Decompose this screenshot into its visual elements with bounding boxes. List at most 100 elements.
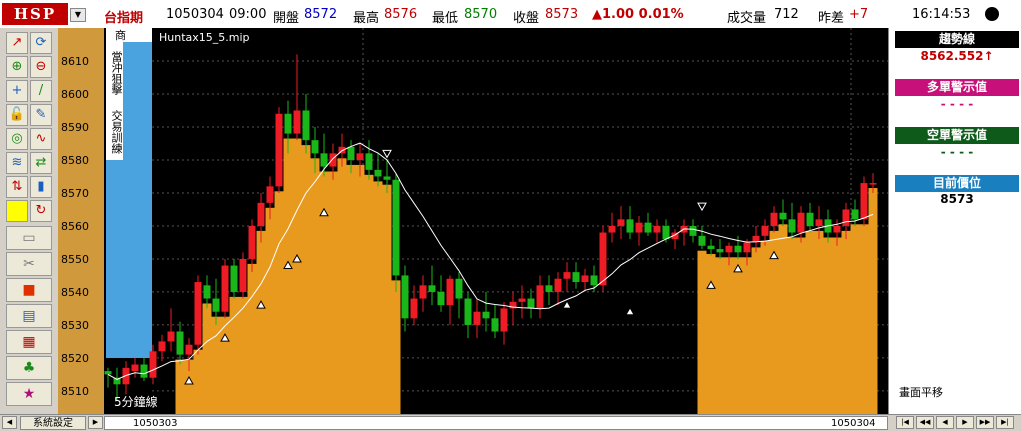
candle-body <box>347 146 355 160</box>
draw-line-icon[interactable]: ↗ <box>6 32 28 54</box>
band-bar <box>814 230 824 414</box>
clock: 16:14:53 <box>912 7 971 22</box>
band-bar <box>337 158 347 414</box>
candle-body <box>185 344 193 355</box>
unlock-icon[interactable]: 🔓 <box>6 104 28 126</box>
candle-body <box>662 225 670 240</box>
y-tick-label: 8550 <box>61 253 89 266</box>
file-label: Huntax15_5.mip <box>159 31 250 44</box>
zoom-out-icon[interactable]: ⊖ <box>30 56 52 78</box>
pencil-icon[interactable]: ✎ <box>30 104 52 126</box>
band-bar <box>193 349 203 414</box>
candle-body <box>320 153 328 167</box>
band-bar <box>175 359 185 414</box>
candle-body <box>158 341 166 352</box>
candle-body <box>707 245 715 250</box>
band-bar <box>850 224 860 414</box>
candle-body <box>293 110 301 134</box>
candle-body <box>860 183 868 220</box>
side-label-bg <box>106 28 152 42</box>
band-bar <box>220 316 230 414</box>
band-bar <box>868 188 878 414</box>
crosshair-icon[interactable]: + <box>6 80 28 102</box>
candle-body <box>248 225 256 259</box>
band-bar <box>823 237 833 414</box>
candle-body <box>788 219 796 233</box>
candle-body <box>608 225 616 233</box>
candle-icon[interactable]: ▮ <box>30 176 52 198</box>
scroll-right-button[interactable]: ▶ <box>88 416 103 429</box>
candle-body <box>590 275 598 286</box>
candle-body <box>734 245 742 253</box>
candle-body <box>473 311 481 325</box>
band-bar <box>742 257 752 414</box>
wave-icon[interactable]: ∿ <box>30 128 52 150</box>
refresh-icon[interactable]: ↻ <box>30 200 52 222</box>
period-label: 5分鐘線 <box>114 394 158 409</box>
logo-icon[interactable]: ★ <box>6 382 52 406</box>
candle-body <box>689 225 697 236</box>
high-value: 8576 <box>384 7 418 22</box>
pen-icon[interactable]: / <box>30 80 52 102</box>
band-bar <box>832 237 842 414</box>
candle-body <box>617 219 625 226</box>
training-label: 交易訓練 <box>106 104 123 160</box>
report-icon[interactable]: ▤ <box>6 304 52 328</box>
band-bar <box>805 230 815 414</box>
band-bar <box>841 230 851 414</box>
nav-fast-back-button[interactable]: ◀◀ <box>916 416 934 429</box>
stats-icon[interactable]: ≋ <box>6 152 28 174</box>
long-alert-value: - - - - <box>940 97 974 111</box>
band-bar <box>364 174 374 414</box>
quote-header: HSP ▼ 台指期 1050304 09:00 開盤 8572 最高 8576 … <box>0 0 1021 29</box>
candle-body <box>410 298 418 319</box>
nav-back-button[interactable]: ◀ <box>936 416 954 429</box>
candle-body <box>230 265 238 292</box>
candle-body <box>716 249 724 253</box>
target-icon[interactable]: ◎ <box>6 128 28 150</box>
nav-last-button[interactable]: ▶| <box>996 416 1014 429</box>
band-bar <box>310 158 320 414</box>
chevron-down-icon[interactable]: ▼ <box>70 8 86 22</box>
yellow-square-icon[interactable] <box>6 200 28 222</box>
candle-body <box>311 140 319 154</box>
candle-body <box>140 364 148 378</box>
settings-button[interactable]: 系統設定 <box>20 416 86 430</box>
stop-icon[interactable]: ■ <box>6 278 52 302</box>
candle-body <box>725 245 733 253</box>
y-tick-label: 8510 <box>61 385 89 398</box>
candle-body <box>464 298 472 325</box>
band-bar <box>751 247 761 414</box>
band-bar <box>256 230 266 414</box>
candle-body <box>851 209 859 220</box>
candle-body <box>815 219 823 226</box>
zoom-in-icon[interactable]: ⊕ <box>6 56 28 78</box>
candle-body <box>491 318 499 332</box>
scissors-icon[interactable]: ✂ <box>6 252 52 276</box>
gloves-icon[interactable]: ♣ <box>6 356 52 380</box>
folder-icon[interactable]: ▭ <box>6 226 52 250</box>
grid-icon[interactable]: ▦ <box>6 330 52 354</box>
band-bar <box>373 181 383 414</box>
candle-body <box>149 351 157 378</box>
short-alert-value: - - - - <box>940 145 974 159</box>
candle-body <box>545 285 553 292</box>
nav-fast-forward-button[interactable]: ▶▶ <box>976 416 994 429</box>
candle-body <box>743 242 751 253</box>
price-chart[interactable]: 8510 8520 8530 8540 8550 8560 8570 8580 8590 8600… <box>58 28 888 414</box>
order-icon[interactable]: ⇅ <box>6 176 28 198</box>
candle-body <box>554 278 562 292</box>
band-bar <box>328 171 338 414</box>
low-value: 8570 <box>464 7 498 22</box>
date-right: 1050304 <box>831 418 876 429</box>
symbol-name: 台指期 <box>104 11 144 26</box>
swap-icon[interactable]: ⇄ <box>30 152 52 174</box>
close-icon[interactable] <box>985 7 999 21</box>
scroll-left-button[interactable]: ◀ <box>2 416 17 429</box>
hsp-logo[interactable]: HSP <box>2 3 68 25</box>
candle-body <box>428 285 436 292</box>
nav-first-button[interactable]: |◀ <box>896 416 914 429</box>
band-bar <box>706 253 716 414</box>
nav-forward-button[interactable]: ▶ <box>956 416 974 429</box>
magnet-icon[interactable]: ⟳ <box>30 32 52 54</box>
